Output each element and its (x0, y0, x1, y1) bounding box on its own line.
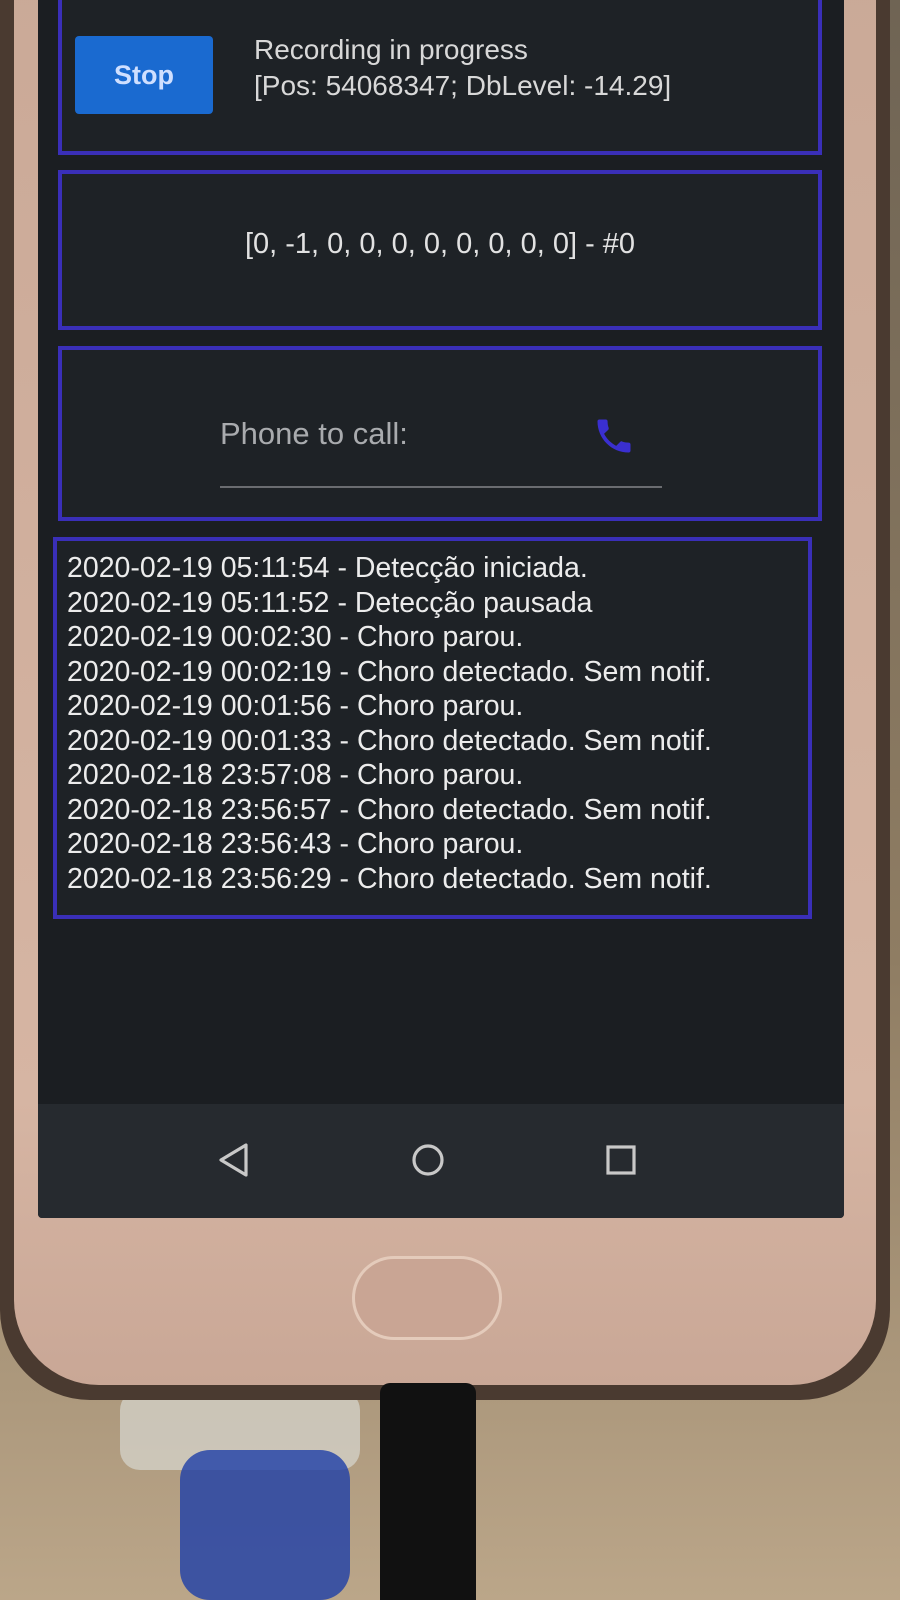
recording-status-line: Recording in progress (254, 34, 528, 65)
log-entry: 2020-02-19 00:02:30 - Choro parou. (67, 621, 524, 653)
log-entry: 2020-02-18 23:57:08 - Choro parou. (67, 759, 524, 791)
phone-screen: Stop Recording in progress [Pos: 5406834… (38, 0, 844, 1218)
log-list: 2020-02-19 05:11:54 - Detecção iniciada.… (67, 551, 712, 896)
android-navbar (38, 1104, 844, 1218)
desk-object-blue (180, 1450, 350, 1600)
phone-input-underline (220, 486, 662, 488)
phone-icon[interactable] (592, 414, 636, 458)
log-entry: 2020-02-18 23:56:29 - Choro detectado. S… (67, 862, 712, 895)
log-entry: 2020-02-18 23:56:57 - Choro detectado. S… (67, 793, 712, 826)
log-entry: 2020-02-18 23:56:43 - Choro parou. (67, 828, 524, 860)
detection-array: [0, -1, 0, 0, 0, 0, 0, 0, 0, 0] - #0 (244, 228, 636, 260)
log-entry: 2020-02-19 00:01:33 - Choro detectado. S… (67, 724, 712, 757)
log-entry: 2020-02-19 05:11:54 - Detecção iniciada. (67, 552, 588, 584)
home-circle-icon[interactable] (402, 1134, 454, 1186)
log-entry: 2020-02-19 05:11:52 - Detecção pausada (67, 586, 593, 619)
usb-cable (380, 1383, 476, 1600)
recents-square-icon[interactable] (595, 1134, 647, 1186)
recording-card: Stop Recording in progress [Pos: 5406834… (58, 0, 822, 155)
recording-position-level: [Pos: 54068347; DbLevel: -14.29] (254, 70, 672, 101)
hardware-home-button[interactable] (352, 1256, 502, 1340)
recording-status: Recording in progress [Pos: 54068347; Db… (254, 32, 794, 104)
detection-card: [0, -1, 0, 0, 0, 0, 0, 0, 0, 0] - #0 (58, 170, 822, 330)
log-entry: 2020-02-19 00:01:56 - Choro parou. (67, 690, 524, 722)
log-card: 2020-02-19 05:11:54 - Detecção iniciada.… (53, 537, 812, 919)
log-entry: 2020-02-19 00:02:19 - Choro detectado. S… (67, 655, 712, 688)
phone-card: Phone to call: (58, 346, 822, 521)
back-triangle-icon[interactable] (208, 1134, 260, 1186)
stop-button[interactable]: Stop (75, 36, 213, 114)
